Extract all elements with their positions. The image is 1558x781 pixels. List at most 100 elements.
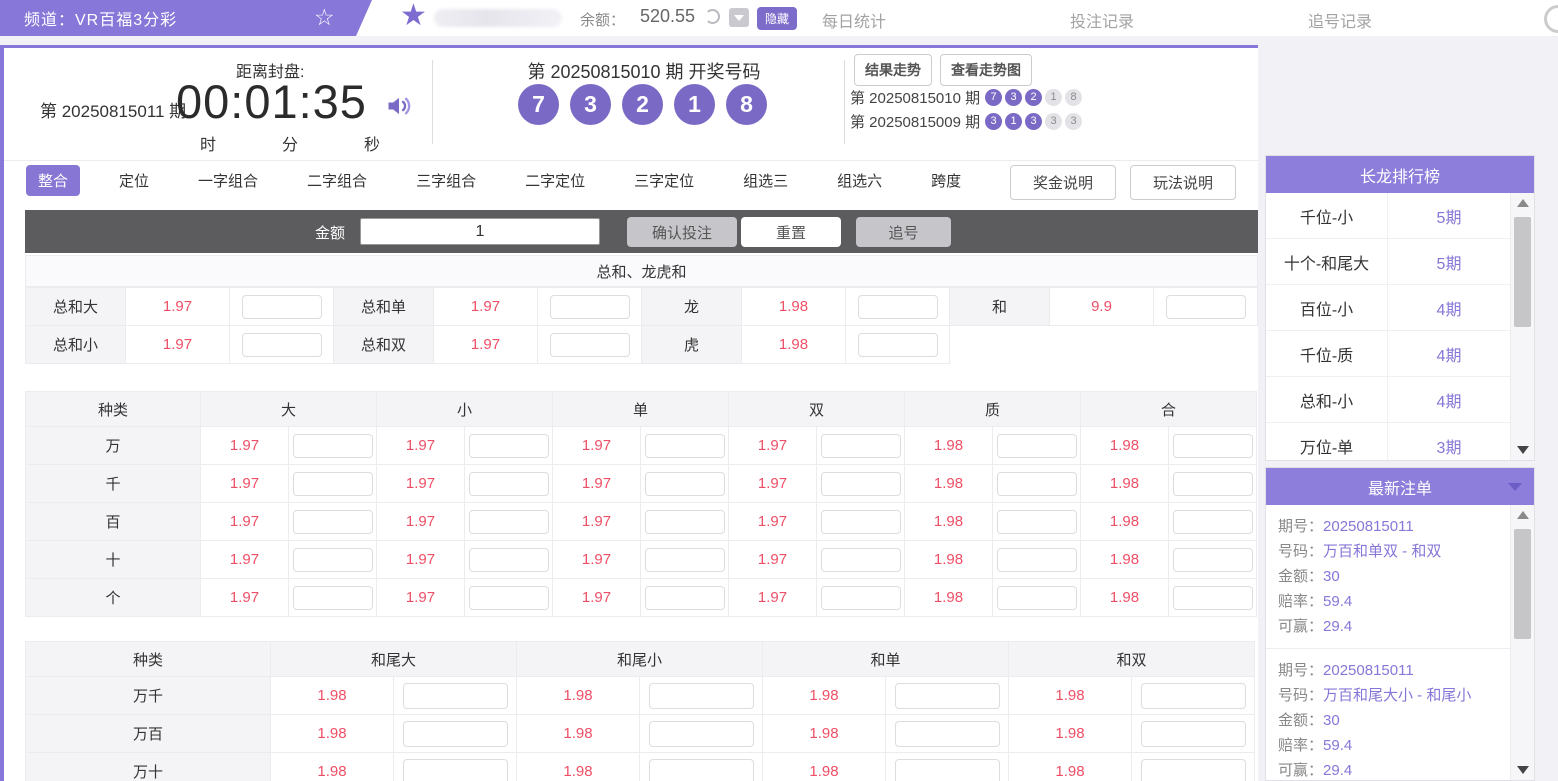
bet-amount-input[interactable]: [649, 759, 754, 781]
scroll-up-icon[interactable]: [1511, 193, 1535, 213]
bet-amount-input[interactable]: [821, 472, 901, 496]
order-amount: 金额：30: [1278, 708, 1510, 733]
bet-amount-input[interactable]: [1141, 721, 1246, 747]
favorite-star-icon[interactable]: ☆: [314, 4, 335, 31]
tab-组选三[interactable]: 组选三: [733, 165, 798, 196]
tab-一字组合[interactable]: 一字组合: [188, 165, 268, 196]
bet-amount-input[interactable]: [858, 333, 938, 357]
streak-row[interactable]: 总和-小4期: [1266, 377, 1510, 423]
bet-amount-input[interactable]: [997, 586, 1077, 610]
bet-amount-input[interactable]: [1173, 548, 1253, 572]
bet-amount-input[interactable]: [469, 472, 549, 496]
scrollbar-thumb[interactable]: [1514, 217, 1531, 327]
bet-amount-input[interactable]: [293, 510, 373, 534]
reset-button[interactable]: 重置: [741, 217, 841, 247]
bet-amount-input[interactable]: [242, 295, 322, 319]
streak-row[interactable]: 万位-单3期: [1266, 423, 1510, 460]
speaker-icon[interactable]: [385, 92, 413, 120]
tab-定位[interactable]: 定位: [109, 165, 159, 196]
bet-amount-input[interactable]: [469, 548, 549, 572]
bet-amount-input[interactable]: [550, 295, 630, 319]
bet-amount-input[interactable]: [1141, 759, 1246, 781]
tab-整合[interactable]: 整合: [26, 165, 80, 196]
bet-amount-input[interactable]: [997, 472, 1077, 496]
column-header: 小: [377, 392, 553, 427]
bet-amount-input[interactable]: [997, 548, 1077, 572]
bet-amount-input[interactable]: [1166, 295, 1246, 319]
menu-daily-stats[interactable]: 每日统计: [822, 8, 886, 32]
bet-amount-input[interactable]: [242, 333, 322, 357]
menu-bet-records[interactable]: 投注记录: [1070, 8, 1134, 32]
bet-amount-input[interactable]: [1173, 586, 1253, 610]
bet-amount-input[interactable]: [821, 548, 901, 572]
menu-chase-records[interactable]: 追号记录: [1308, 8, 1372, 32]
scroll-down-icon[interactable]: [1511, 440, 1535, 460]
bet-amount-input[interactable]: [649, 683, 754, 709]
streak-row[interactable]: 千位-质4期: [1266, 331, 1510, 377]
streak-row[interactable]: 千位-小5期: [1266, 193, 1510, 239]
floating-widget-partial[interactable]: [1544, 5, 1558, 33]
bet-amount-input[interactable]: [649, 721, 754, 747]
bet-amount-input[interactable]: [997, 510, 1077, 534]
info-buttons: 奖金说明 玩法说明: [1010, 165, 1236, 200]
bet-amount-input[interactable]: [293, 548, 373, 572]
bet-amount-input[interactable]: [1141, 683, 1246, 709]
bet-amount-input[interactable]: [645, 472, 725, 496]
tab-跨度[interactable]: 跨度: [921, 165, 971, 196]
scrollbar-thumb[interactable]: [1514, 529, 1531, 639]
bet-amount-input[interactable]: [895, 683, 1000, 709]
scroll-down-icon[interactable]: [1511, 760, 1535, 780]
prize-info-button[interactable]: 奖金说明: [1010, 165, 1116, 200]
bet-amount-input[interactable]: [403, 721, 508, 747]
bet-amount-input[interactable]: [645, 586, 725, 610]
orders-scrollbar[interactable]: [1510, 505, 1534, 780]
tab-二字组合[interactable]: 二字组合: [297, 165, 377, 196]
balance-dropdown-button[interactable]: [729, 8, 749, 27]
bet-amount-input[interactable]: [550, 333, 630, 357]
streak-row[interactable]: 百位-小4期: [1266, 285, 1510, 331]
bet-amount-input[interactable]: [293, 586, 373, 610]
streak-scrollbar[interactable]: [1510, 193, 1534, 460]
bet-amount-input[interactable]: [645, 510, 725, 534]
bet-amount-input[interactable]: [469, 434, 549, 458]
result-trend-button[interactable]: 结果走势: [854, 54, 932, 86]
bet-input-cell: [886, 715, 1009, 753]
bet-amount-input[interactable]: [293, 434, 373, 458]
bet-amount-input[interactable]: [403, 759, 508, 781]
amount-input[interactable]: [360, 218, 600, 245]
bet-amount-input[interactable]: [821, 434, 901, 458]
odds-value: 1.98: [517, 715, 640, 753]
bet-amount-input[interactable]: [1173, 472, 1253, 496]
tab-二字定位[interactable]: 二字定位: [515, 165, 595, 196]
bet-amount-input[interactable]: [1173, 510, 1253, 534]
bet-amount-input[interactable]: [858, 295, 938, 319]
bet-amount-input[interactable]: [895, 759, 1000, 781]
confirm-bet-button[interactable]: 确认投注: [627, 217, 737, 247]
bet-input-cell: [289, 579, 377, 617]
bet-amount-input[interactable]: [821, 586, 901, 610]
view-trend-chart-button[interactable]: 查看走势图: [940, 54, 1032, 86]
bet-amount-input[interactable]: [403, 683, 508, 709]
collapse-icon[interactable]: [1508, 483, 1522, 491]
balance-label: 余额：: [580, 9, 625, 30]
refresh-icon[interactable]: [705, 9, 720, 24]
bet-amount-input[interactable]: [469, 510, 549, 534]
bet-amount-input[interactable]: [645, 548, 725, 572]
bet-amount-input[interactable]: [1173, 434, 1253, 458]
streak-row[interactable]: 十个-和尾大5期: [1266, 239, 1510, 285]
hide-balance-button[interactable]: 隐藏: [757, 7, 797, 30]
odds-value: 1.98: [1009, 677, 1132, 715]
bet-amount-input[interactable]: [895, 721, 1000, 747]
bet-input-cell: [641, 541, 729, 579]
tab-组选六[interactable]: 组选六: [827, 165, 892, 196]
rules-info-button[interactable]: 玩法说明: [1130, 165, 1236, 200]
tab-三字组合[interactable]: 三字组合: [406, 165, 486, 196]
bet-amount-input[interactable]: [821, 510, 901, 534]
bet-amount-input[interactable]: [997, 434, 1077, 458]
scroll-up-icon[interactable]: [1511, 505, 1535, 525]
bet-amount-input[interactable]: [645, 434, 725, 458]
tab-三字定位[interactable]: 三字定位: [624, 165, 704, 196]
bet-amount-input[interactable]: [469, 586, 549, 610]
bet-amount-input[interactable]: [293, 472, 373, 496]
chase-number-button[interactable]: 追号: [856, 217, 951, 247]
